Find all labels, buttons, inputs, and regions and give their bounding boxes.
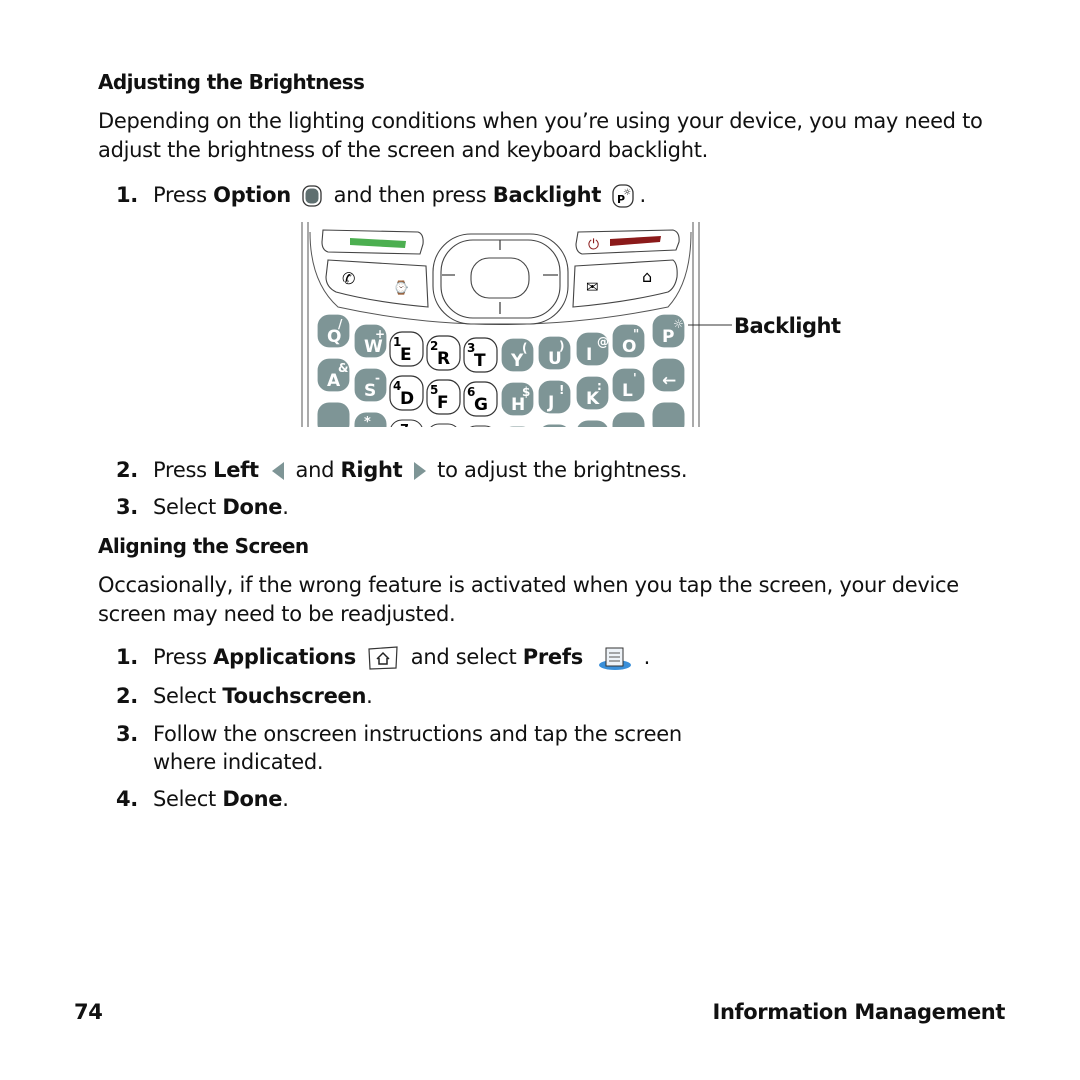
key-cap-partial: [541, 423, 568, 427]
applications-key-icon: [368, 646, 399, 670]
power-icon: ⏻: [588, 237, 599, 253]
key-alt-symbol: /: [338, 317, 343, 331]
paragraph: Depending on the lighting conditions whe…: [98, 109, 983, 162]
key-alt-symbol: :: [597, 379, 602, 393]
key-letter: T: [474, 351, 486, 371]
key-l: L': [611, 367, 646, 403]
step-1: 1. Press Applications and select Prefs .: [116, 645, 651, 670]
key-cap-partial: [316, 401, 351, 427]
key-w: W+: [353, 323, 388, 359]
key-cap-partial: [611, 411, 646, 427]
step-1: 1. Press Option and then press Backlight …: [116, 183, 646, 208]
key-cap-partial: [470, 425, 491, 427]
key-letter: I: [586, 345, 592, 365]
mail-icon: ✉: [586, 278, 599, 296]
key-o: O": [611, 323, 646, 359]
key-u: U): [537, 335, 572, 371]
key-letter: ←: [662, 371, 676, 391]
key-i: I@: [575, 331, 610, 367]
key-backspace: ←: [651, 357, 686, 393]
option-key-icon: [302, 185, 322, 207]
key-letter: J: [547, 393, 554, 413]
key-cap-partial: [576, 419, 609, 427]
step-2: 2. Press Left and Right to adjust the bri…: [116, 458, 688, 482]
step-2: 2. Select Touchscreen.: [116, 684, 373, 708]
key-q: Q/: [316, 313, 351, 349]
step-4: 4. Select Done.: [116, 787, 289, 811]
key-cap-partial: [507, 425, 528, 427]
key-alt-symbol: ": [633, 327, 639, 341]
key-alt-symbol: &: [338, 361, 348, 375]
manual-page: Adjusting the Brightness Depending on th…: [0, 0, 1080, 1080]
key-alt-symbol: ': [633, 371, 637, 385]
key-cap: [537, 379, 572, 415]
callout-line: [688, 324, 732, 326]
key-letter: F: [437, 393, 449, 413]
key-alt-symbol: +: [375, 327, 385, 341]
key-alt-symbol: *: [364, 415, 371, 427]
key-letter: E: [400, 345, 412, 365]
right-arrow-icon: [413, 462, 426, 480]
key-s: S-: [353, 367, 388, 403]
key-alt-symbol: 4: [393, 379, 401, 393]
key-alt-symbol: 6: [467, 385, 475, 399]
backlight-key-icon: P☼: [612, 184, 635, 208]
key-alt-symbol: 5: [430, 383, 438, 397]
key-alt-symbol: !: [559, 383, 564, 397]
key-f: F5: [426, 379, 461, 415]
prefs-icon: [599, 647, 632, 670]
backlight-callout-label: Backlight: [734, 314, 841, 338]
step-3: 3. Follow the onscreen instructions and t…: [116, 722, 682, 774]
key-d: D4: [389, 375, 424, 411]
key-t: T3: [463, 337, 498, 373]
key-letter: L: [622, 381, 633, 401]
section-heading: Adjusting the Brightness: [98, 70, 365, 94]
key-k: K:: [575, 375, 610, 411]
phone-icon: ✆: [342, 269, 355, 288]
key-alt-symbol: 3: [467, 341, 475, 355]
key-alt-symbol: @: [597, 335, 609, 349]
key-h: H$: [500, 381, 535, 417]
key-alt-symbol: ): [559, 339, 564, 353]
key-alt-symbol: 2: [430, 339, 438, 353]
key-letter: R: [437, 349, 450, 369]
key-alt-symbol: -: [375, 371, 380, 385]
key-cap-partial: [651, 401, 686, 427]
paragraph: Occasionally, if the wrong feature is ac…: [98, 573, 959, 626]
key-p: P☼: [651, 313, 686, 349]
key-alt-symbol: 7: [400, 423, 409, 427]
left-arrow-icon: [272, 462, 285, 480]
key-alt-symbol: 1: [393, 335, 401, 349]
key-g: G6: [463, 381, 498, 417]
key-letter: D: [400, 389, 414, 409]
key-a: A&: [316, 357, 351, 393]
key-alt-symbol: (: [522, 341, 527, 355]
center-button: [470, 257, 530, 299]
section-heading: Aligning the Screen: [98, 534, 309, 558]
key-cap-partial: [430, 423, 457, 427]
key-j: J!: [537, 379, 572, 415]
key-y: Y(: [500, 337, 535, 373]
step-3: 3. Select Done.: [116, 495, 289, 519]
key-r: R2: [426, 335, 461, 371]
calendar-icon: ⌚: [393, 280, 409, 296]
home-icon: ⌂: [642, 267, 652, 286]
chapter-title: Information Management: [712, 1000, 1006, 1024]
key-alt-symbol: $: [522, 385, 530, 399]
svg-text:☼: ☼: [623, 188, 631, 198]
key-alt-symbol: ☼: [673, 317, 684, 331]
key-letter: G: [474, 395, 488, 415]
keyboard-illustration: ⏻✆⌚ ✉⌂Q/W+E1R2T3Y(U) I@ O" P☼A&S-D4F5G6H$J! K…: [301, 222, 700, 427]
page-number: 74: [74, 1000, 103, 1024]
key-e: E1: [389, 331, 424, 367]
